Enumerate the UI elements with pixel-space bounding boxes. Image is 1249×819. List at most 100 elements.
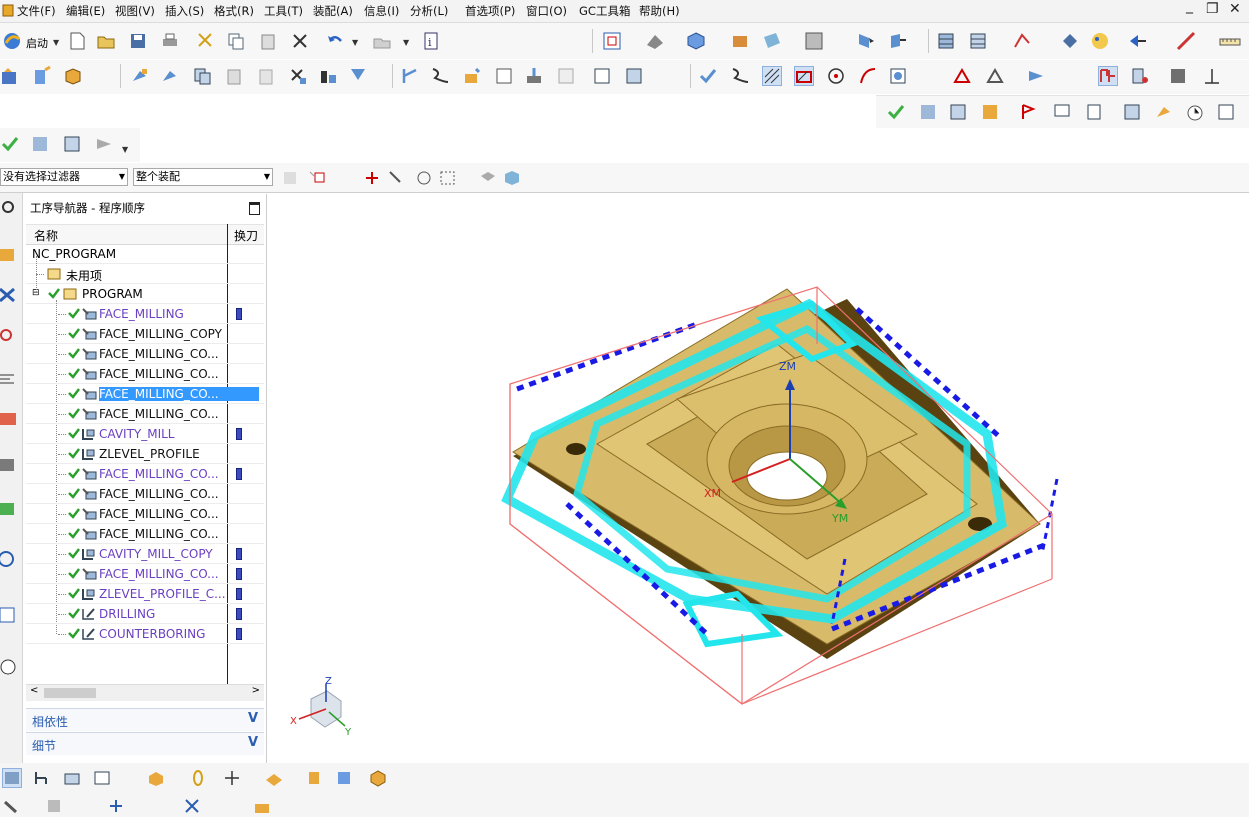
move-component-icon[interactable] xyxy=(1060,31,1080,51)
create-tool-icon[interactable] xyxy=(32,65,52,86)
close-icon[interactable]: ✕ xyxy=(1229,1,1241,17)
start-icon[interactable] xyxy=(2,31,22,51)
geometry-view-icon[interactable] xyxy=(980,102,1000,122)
print-icon[interactable] xyxy=(160,31,180,51)
program-view-icon[interactable] xyxy=(918,102,938,122)
tree-row-program[interactable]: ⊟ PROGRAM xyxy=(26,284,264,304)
postprocess-icon[interactable] xyxy=(556,66,576,86)
mate-icon[interactable] xyxy=(182,796,202,816)
menu-assembly[interactable]: 装配(A) xyxy=(313,3,353,19)
menu-gc-toolbox[interactable]: GC工具箱 xyxy=(579,3,630,19)
add-point-icon[interactable] xyxy=(222,768,242,788)
hatch-display-icon[interactable] xyxy=(762,66,782,86)
chevron-down-icon[interactable]: V xyxy=(248,711,258,726)
copy-icon[interactable] xyxy=(226,31,246,51)
roles-tab-icon[interactable] xyxy=(0,499,20,519)
shop-doc-icon[interactable] xyxy=(592,66,612,86)
verify-toolpath-icon[interactable] xyxy=(462,66,482,86)
ruler-icon[interactable] xyxy=(1218,31,1241,51)
graphics-viewport[interactable]: ZM XM YM Z X Y xyxy=(267,194,1249,763)
open-folder-icon[interactable] xyxy=(96,31,116,51)
rectangle-select-icon[interactable] xyxy=(438,168,458,188)
feature-process-icon[interactable] xyxy=(985,66,1005,86)
template-icon[interactable] xyxy=(888,66,908,86)
machine-tool-view-icon[interactable] xyxy=(30,134,50,154)
minimize-icon[interactable]: _ xyxy=(1186,0,1193,14)
create-geometry-icon[interactable] xyxy=(63,66,83,86)
selection-filter-dropdown[interactable]: 没有选择过滤器 ▼ xyxy=(0,168,128,186)
delete-object-icon[interactable] xyxy=(288,66,308,86)
scroll-right-icon[interactable]: > xyxy=(252,685,260,696)
quick-pick-icon[interactable] xyxy=(362,168,382,188)
new-file-icon[interactable] xyxy=(67,31,87,51)
hatch-region-icon[interactable] xyxy=(794,66,814,86)
operation-row[interactable]: FACE_MILLING_CO... xyxy=(26,564,264,584)
copy-object-icon[interactable] xyxy=(192,66,212,86)
polygon-select-icon[interactable] xyxy=(414,168,434,188)
menu-help[interactable]: 帮助(H) xyxy=(639,3,680,19)
app-icon[interactable] xyxy=(2,4,14,17)
restore-icon[interactable]: ❐ xyxy=(1206,1,1219,17)
chevron-down-icon[interactable]: ▼ xyxy=(403,38,409,47)
machine-setup-icon[interactable] xyxy=(1168,66,1188,86)
wireframe-box-icon[interactable] xyxy=(368,768,388,788)
create-program-icon[interactable] xyxy=(0,66,20,86)
measure-icon[interactable] xyxy=(1176,31,1196,51)
generate-toolpath-icon[interactable] xyxy=(400,66,420,86)
settings-gear-icon[interactable] xyxy=(0,197,20,217)
geometry-list-icon[interactable] xyxy=(62,134,82,154)
method-list-icon[interactable] xyxy=(94,134,114,154)
operation-row[interactable]: FACE_MILLING_CO... xyxy=(26,364,264,384)
body-select-icon[interactable] xyxy=(502,168,522,188)
block-icon[interactable] xyxy=(334,768,354,788)
render-style-icon[interactable] xyxy=(645,31,665,51)
menu-tools[interactable]: 工具(T) xyxy=(264,3,303,19)
machine-tool-tab-icon[interactable] xyxy=(0,409,20,429)
tree-row-unused[interactable]: 未用项 xyxy=(26,264,264,284)
component-icon[interactable] xyxy=(62,768,82,788)
chevron-down-icon[interactable]: ▼ xyxy=(352,38,358,47)
sketch-icon[interactable] xyxy=(1128,31,1148,51)
scroll-thumb[interactable] xyxy=(44,688,96,698)
operation-row[interactable]: CAVITY_MILL_COPY xyxy=(26,544,264,564)
column-name-header[interactable]: 名称 xyxy=(34,227,58,244)
verify-check-icon[interactable] xyxy=(886,102,906,122)
operation-row[interactable]: FACE_MILLING_CO... xyxy=(26,484,264,504)
tool-path-icon[interactable] xyxy=(1154,102,1174,122)
chevron-down-icon[interactable]: ▼ xyxy=(53,38,59,47)
web-tab-icon[interactable] xyxy=(0,549,20,569)
shop-report-icon[interactable] xyxy=(1216,102,1236,122)
machine-view-icon[interactable] xyxy=(948,102,968,122)
body-icon[interactable] xyxy=(146,768,166,788)
save-icon[interactable] xyxy=(128,31,148,51)
tool-tab-icon[interactable] xyxy=(0,455,20,475)
palette-tab-icon[interactable] xyxy=(0,605,20,625)
machine-navigator-tab-icon[interactable] xyxy=(0,285,20,305)
display-settings-icon[interactable] xyxy=(1052,102,1072,122)
orient-view-icon[interactable] xyxy=(888,31,908,51)
chevron-down-icon[interactable]: V xyxy=(248,735,258,750)
chevron-down-icon[interactable]: ▼ xyxy=(122,145,128,154)
operation-row[interactable]: FACE_MILLING xyxy=(26,304,264,324)
operation-row[interactable]: ZLEVEL_PROFILE_C... xyxy=(26,584,264,604)
reuse-library-tab-icon[interactable] xyxy=(0,369,20,389)
machine-tool-icon[interactable] xyxy=(1098,66,1118,86)
time-icon[interactable] xyxy=(1184,102,1204,122)
menu-info[interactable]: 信息(I) xyxy=(364,3,399,19)
check-icon[interactable] xyxy=(0,134,20,154)
dependencies-section[interactable]: 相依性 V xyxy=(26,708,264,731)
menu-file[interactable]: 文件(F) xyxy=(17,3,56,19)
operation-row[interactable]: DRILLING xyxy=(26,604,264,624)
assembly-list-icon[interactable] xyxy=(968,31,988,51)
undo-icon[interactable] xyxy=(325,31,345,51)
operation-navigator-tab-icon[interactable] xyxy=(0,245,20,265)
maximize-icon[interactable] xyxy=(249,202,260,215)
cut-icon[interactable] xyxy=(195,31,215,51)
curve-icon[interactable] xyxy=(858,66,878,86)
menu-window[interactable]: 窗口(O) xyxy=(526,3,567,19)
operation-row[interactable]: FACE_MILLING_CO... xyxy=(26,344,264,364)
assembly-icon[interactable] xyxy=(936,31,956,51)
fit-view-icon[interactable] xyxy=(602,31,622,51)
add-component-icon[interactable] xyxy=(106,796,126,816)
layer-icon[interactable] xyxy=(762,31,782,51)
